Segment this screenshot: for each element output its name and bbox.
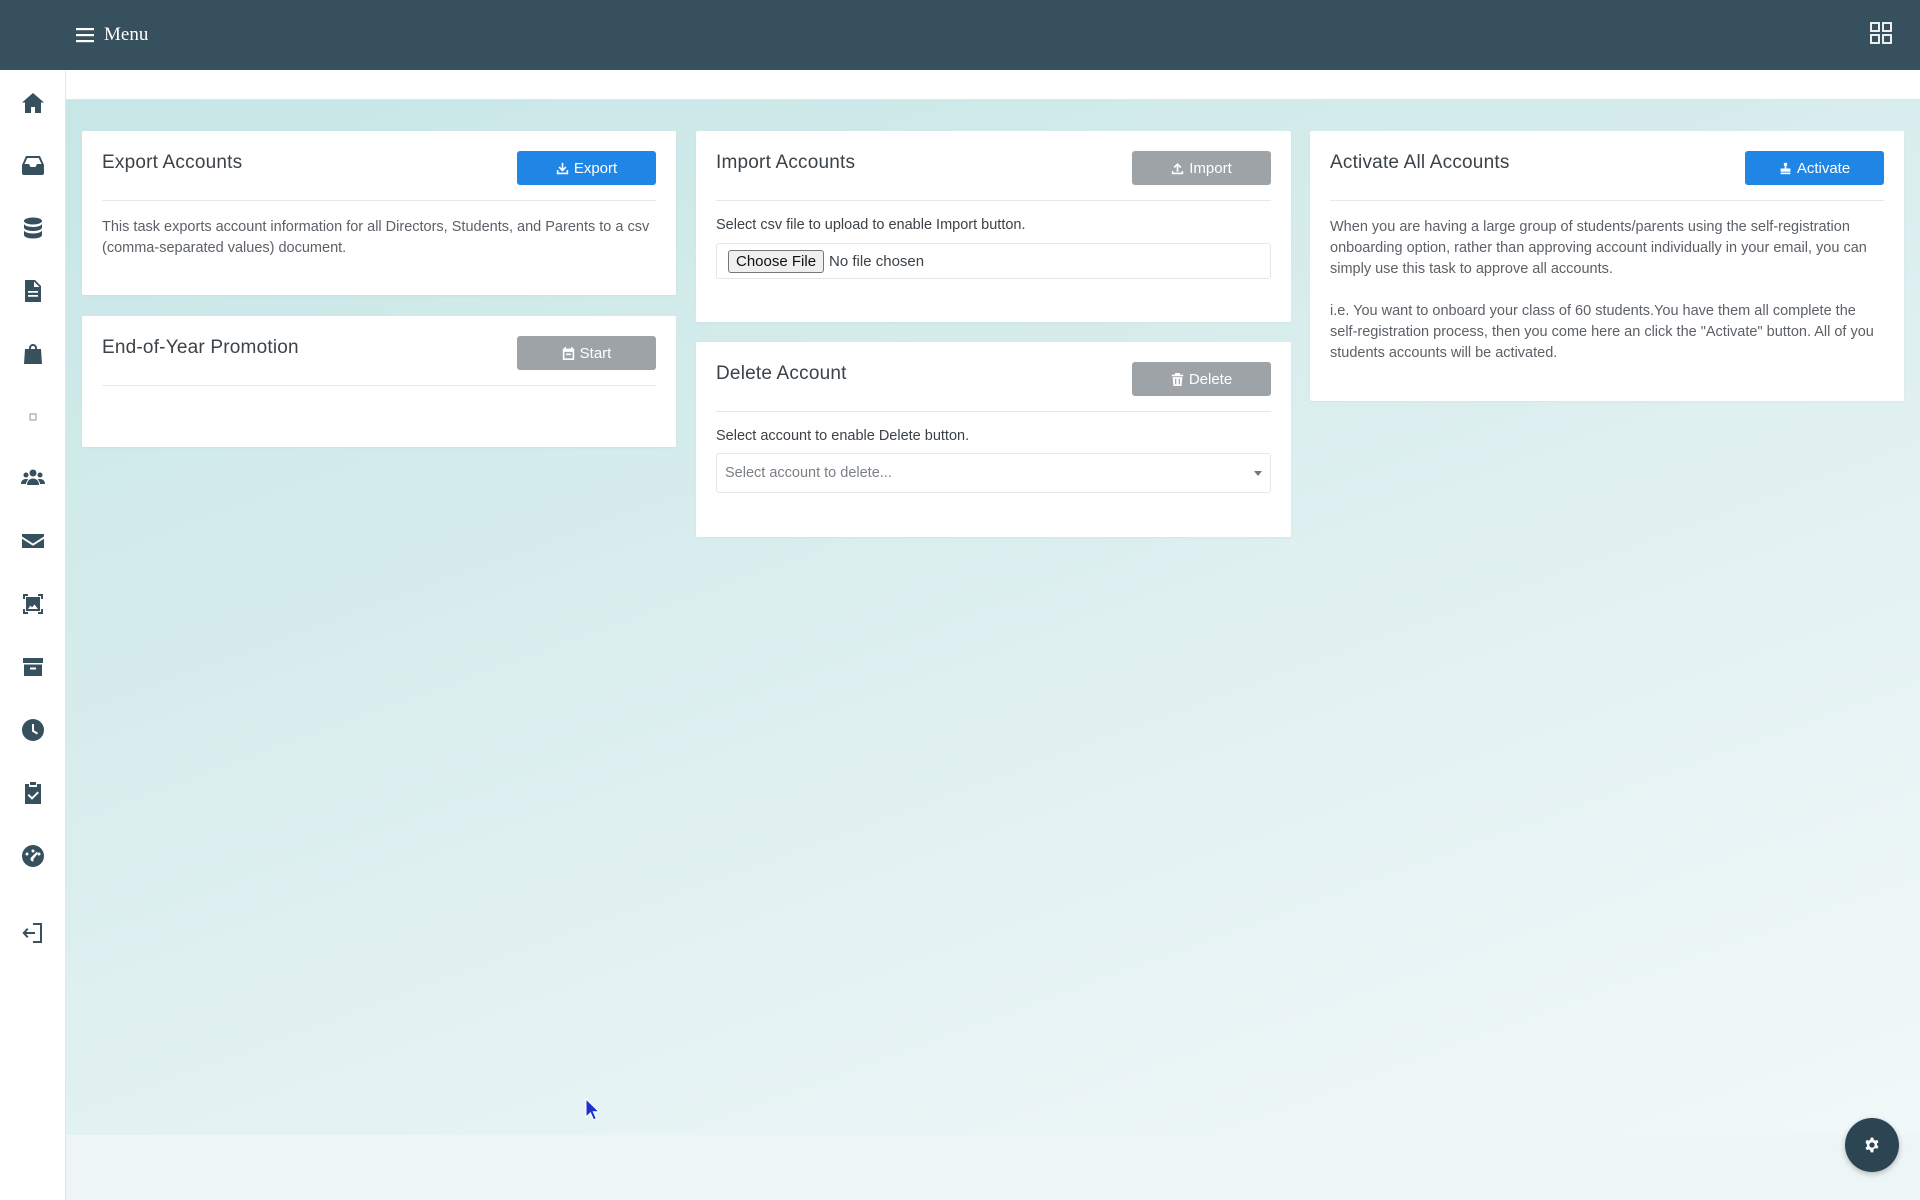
gear-icon [1865, 1137, 1879, 1153]
file-status: No file chosen [829, 252, 925, 270]
card-title: Activate All Accounts [1330, 152, 1510, 173]
sidebar-item-shop[interactable] [18, 339, 48, 369]
download-icon [556, 162, 568, 174]
shopping-bag-icon [24, 344, 42, 364]
top-navbar: Menu [0, 0, 1920, 70]
export-accounts-card: Export Accounts Export This task exports… [82, 131, 676, 295]
hamburger-icon [76, 28, 94, 43]
card-title: Delete Account [716, 363, 847, 384]
sidebar-item-mail[interactable] [18, 526, 48, 556]
import-button[interactable]: Import [1132, 151, 1271, 185]
sidebar-item-users[interactable] [18, 463, 48, 493]
sidebar-item-dashboard[interactable] [18, 841, 48, 871]
mouse-cursor-icon [585, 1098, 601, 1121]
image-frame-icon [23, 594, 43, 614]
import-button-label: Import [1189, 159, 1232, 177]
inbox-icon [22, 156, 44, 175]
apps-grid-button[interactable] [1870, 22, 1896, 48]
menu-label: Menu [104, 24, 149, 45]
main-content: Export Accounts Export This task exports… [66, 100, 1920, 1135]
gauge-icon [22, 845, 44, 867]
activate-description: When you are having a large group of stu… [1330, 219, 1867, 277]
sidebar-item-gallery[interactable] [18, 589, 48, 619]
grid-icon [1870, 22, 1892, 44]
activate-button-label: Activate [1796, 159, 1851, 177]
home-icon [22, 93, 44, 113]
sidebar-item-inbox[interactable] [18, 150, 48, 180]
sidebar-item-blank[interactable] [18, 402, 48, 432]
sidebar [0, 70, 66, 1200]
sidebar-item-archive[interactable] [18, 652, 48, 682]
delete-account-card: Delete Account Delete Select account to … [696, 342, 1291, 537]
chevron-down-icon [1254, 471, 1262, 476]
users-icon [21, 469, 45, 485]
clock-icon [22, 719, 44, 741]
card-header: End-of-Year Promotion Start [102, 316, 656, 386]
card-header: Delete Account Delete [716, 342, 1271, 412]
calendar-icon [562, 346, 574, 360]
envelope-icon [22, 534, 44, 548]
import-instruction: Select csv file to upload to enable Impo… [716, 217, 1026, 233]
upload-icon [1172, 162, 1184, 174]
settings-fab-button[interactable] [1845, 1118, 1899, 1172]
import-accounts-card: Import Accounts Import Select csv file t… [696, 131, 1291, 322]
sidebar-item-logout[interactable] [18, 918, 48, 948]
card-title: Export Accounts [102, 152, 243, 173]
card-header: Activate All Accounts Activate [1330, 131, 1884, 201]
card-title: Import Accounts [716, 152, 856, 173]
sidebar-item-database[interactable] [18, 213, 48, 243]
activate-accounts-card: Activate All Accounts Activate When you … [1310, 131, 1904, 401]
card-header: Import Accounts Import [716, 131, 1271, 201]
trash-icon [1171, 372, 1183, 386]
document-icon [25, 280, 41, 302]
card-header: Export Accounts Export [102, 131, 656, 201]
sign-out-icon [22, 923, 42, 943]
delete-button-label: Delete [1188, 370, 1233, 388]
sub-header [66, 70, 1920, 100]
sidebar-item-documents[interactable] [18, 276, 48, 306]
delete-instruction: Select account to enable Delete button. [716, 428, 970, 444]
stamp-icon [1780, 162, 1791, 174]
choose-file-button[interactable]: Choose File [728, 249, 825, 273]
clipboard-check-icon [25, 782, 41, 804]
export-button-label: Export [573, 159, 618, 177]
start-button-label: Start [579, 344, 612, 362]
start-button[interactable]: Start [517, 336, 656, 370]
activate-button[interactable]: Activate [1745, 151, 1884, 185]
square-icon [29, 413, 37, 421]
card-title: End-of-Year Promotion [102, 337, 299, 358]
file-upload-input[interactable]: Choose File No file chosen [716, 243, 1271, 279]
sidebar-item-history[interactable] [18, 715, 48, 745]
promotion-card: End-of-Year Promotion Start [82, 316, 676, 447]
account-select-placeholder: Select account to delete... [725, 465, 892, 481]
menu-toggle-button[interactable]: Menu [76, 20, 148, 50]
archive-icon [23, 658, 43, 676]
database-icon [24, 217, 42, 239]
export-button[interactable]: Export [517, 151, 656, 185]
footer-area [66, 1135, 1920, 1200]
sidebar-item-tasks[interactable] [18, 778, 48, 808]
account-select[interactable]: Select account to delete... [716, 453, 1271, 493]
sidebar-item-home[interactable] [18, 88, 48, 118]
activate-example: i.e. You want to onboard your class of 6… [1330, 303, 1874, 361]
export-description: This task exports account information fo… [102, 219, 650, 256]
delete-button[interactable]: Delete [1132, 362, 1271, 396]
